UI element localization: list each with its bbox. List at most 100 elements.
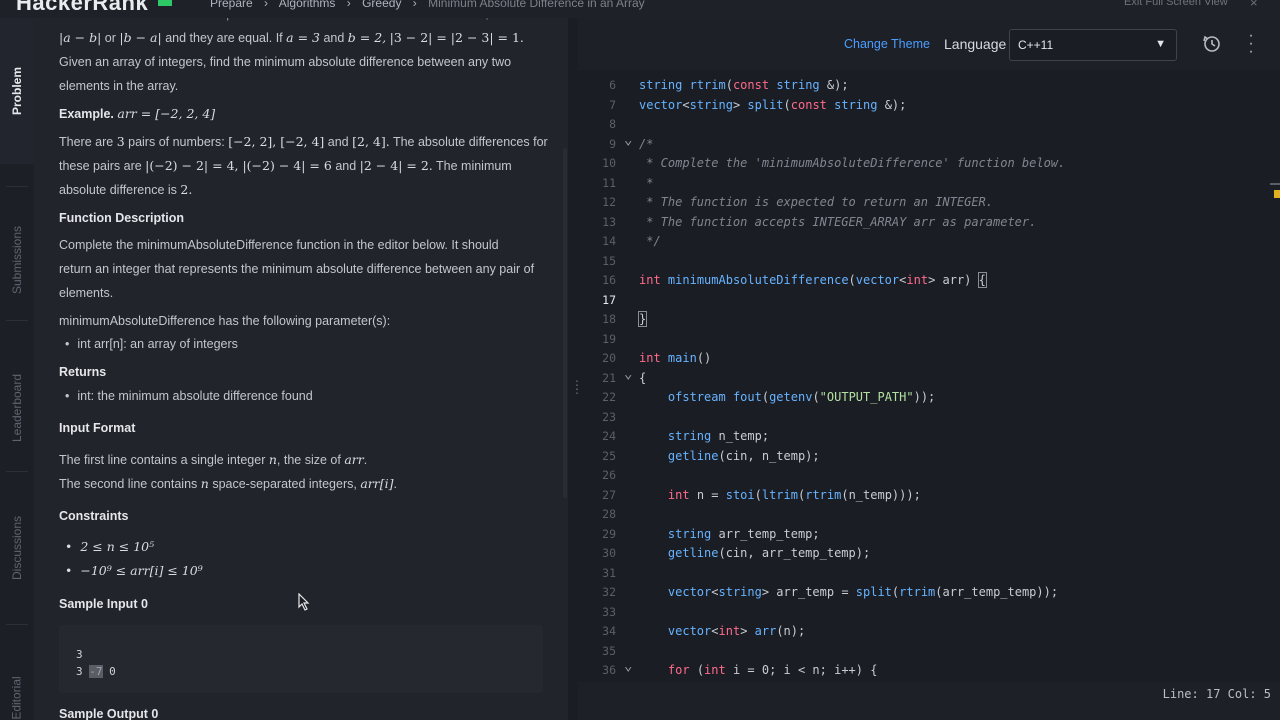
code-text: */: [639, 234, 661, 248]
code-line[interactable]: 25 getline(cin, n_temp);: [578, 447, 1280, 467]
code-line[interactable]: 23: [578, 408, 1280, 428]
line-number: 26: [602, 468, 616, 482]
code-line[interactable]: 19: [578, 330, 1280, 350]
parameter-item: int arr[n]: an array of integers: [59, 332, 238, 356]
code-text: *: [639, 175, 654, 190]
code-line[interactable]: 16 int minimumAbsoluteDifference(vector<i…: [578, 271, 1280, 291]
text: these pairs are: [59, 159, 142, 173]
code-line[interactable]: 11 *: [578, 174, 1280, 194]
input-format-line-1: The first line contains a single integer…: [59, 448, 367, 472]
close-icon[interactable]: ×: [1250, 0, 1258, 10]
line-number: 19: [602, 331, 616, 346]
code-line[interactable]: 6 string rtrim(const string &);: [578, 76, 1280, 96]
code-line[interactable]: 32 vector<string> arr_temp = split(rtrim…: [578, 583, 1280, 603]
line-number: 21: [602, 370, 616, 385]
breadcrumb-greedy[interactable]: Greedy: [362, 0, 401, 10]
text: .: [393, 477, 397, 491]
breadcrumb-separator-icon: ›: [346, 0, 351, 10]
code-line[interactable]: 36 ⌄ for (int i = 0; i < n; i++) {: [578, 658, 1280, 681]
code-line[interactable]: 9 ⌄ /*: [578, 132, 1280, 155]
fold-chevron-icon[interactable]: ⌄: [624, 132, 632, 148]
code-line[interactable]: 33: [578, 603, 1280, 623]
intro-cut-line: The absolute difference is the positive …: [59, 18, 541, 26]
line-number: 25: [602, 448, 616, 463]
code-line[interactable]: 20 int main(): [578, 349, 1280, 369]
code-editor[interactable]: 6 string rtrim(const string &); 7 vector<st…: [578, 70, 1280, 682]
code-line[interactable]: 17: [578, 291, 1280, 311]
exit-fullscreen-link[interactable]: Exit Full Screen View: [1124, 0, 1228, 8]
code-text: * Complete the 'minimumAbsoluteDifferenc…: [639, 156, 1066, 170]
code-line[interactable]: 22 ofstream fout(getenv("OUTPUT_PATH"));: [578, 388, 1280, 408]
given-line-2: elements in the array.: [59, 79, 179, 93]
constraint-item: 2 ≤ n ≤ 10⁵: [59, 535, 154, 559]
tab-editorial[interactable]: Editorial: [0, 648, 34, 720]
tab-discussions[interactable]: Discussions: [0, 488, 34, 608]
code-line[interactable]: 27 int n = stoi(ltrim(rtrim(n_temp)));: [578, 486, 1280, 506]
code-line[interactable]: 35: [578, 642, 1280, 662]
code-line[interactable]: 8: [578, 115, 1280, 135]
change-theme-link[interactable]: Change Theme: [844, 37, 930, 51]
line-number: 31: [602, 565, 616, 580]
code-text: /*: [639, 136, 654, 151]
breadcrumb-prepare[interactable]: Prepare: [210, 0, 253, 10]
breadcrumb-current: Minimum Absolute Difference in an Array: [428, 0, 645, 10]
breadcrumb-separator-icon: ›: [412, 0, 417, 10]
line-number: 32: [602, 585, 616, 599]
breadcrumb-algorithms[interactable]: Algorithms: [279, 0, 336, 10]
text: .: [363, 453, 368, 467]
problem-scrollbar[interactable]: [563, 148, 567, 498]
constraints-heading: Constraints: [59, 509, 129, 523]
code-line[interactable]: 14 */: [578, 232, 1280, 252]
code-line[interactable]: 13 * The function accepts INTEGER_ARRAY …: [578, 213, 1280, 233]
math-expr: |3 − 2| = |2 − 3| = 1.: [389, 30, 524, 45]
code-line[interactable]: 24 string n_temp;: [578, 427, 1280, 447]
code-line[interactable]: 10 * Complete the 'minimumAbsoluteDiffer…: [578, 154, 1280, 174]
function-description-line-2: return an integer that represents the mi…: [59, 262, 535, 276]
code-text: * The function accepts INTEGER_ARRAY arr…: [639, 214, 1037, 229]
code-line[interactable]: 29 string arr_temp_temp;: [578, 525, 1280, 545]
code-line[interactable]: 34 vector<int> arr(n);: [578, 622, 1280, 642]
tab-submissions[interactable]: Submissions: [0, 198, 34, 322]
code-line[interactable]: 15: [578, 252, 1280, 272]
math-expr: 2.: [180, 182, 193, 197]
tab-leaderboard-label: Leaderboard: [10, 373, 24, 443]
code-text: vector<string> split(const string &);: [639, 97, 907, 112]
language-value: C++11: [1018, 38, 1054, 52]
selected-text: -7: [89, 665, 103, 678]
pane-resize-handle[interactable]: ⋮ ⋮: [568, 18, 583, 720]
tab-leaderboard[interactable]: Leaderboard: [0, 338, 34, 478]
breadcrumb: Prepare › Algorithms › Greedy › Minimum …: [210, 0, 653, 10]
fold-chevron-icon[interactable]: ⌄: [624, 366, 632, 382]
code-line[interactable]: 26: [578, 466, 1280, 486]
more-vertical-icon[interactable]: · · ·: [1247, 28, 1255, 60]
code-text: ofstream fout(getenv("OUTPUT_PATH"));: [667, 390, 936, 404]
returns-heading: Returns: [59, 365, 107, 379]
line-number: 6: [609, 78, 616, 92]
hackerrank-logo[interactable]: HackerRank: [16, 0, 148, 16]
text: pairs of numbers:: [128, 135, 225, 149]
line-number: 29: [602, 526, 616, 541]
code-line[interactable]: 18}: [578, 310, 1280, 330]
math-expr: [−2, 2], [−2, 4]: [228, 134, 325, 149]
sample-input-line: 3 -7 0: [76, 660, 116, 684]
line-number: 27: [602, 487, 616, 502]
code-line[interactable]: 28: [578, 505, 1280, 525]
tab-problem[interactable]: Problem: [0, 18, 34, 164]
code-line[interactable]: 7 vector<string> split(const string &);: [578, 96, 1280, 116]
history-icon[interactable]: [1202, 34, 1222, 54]
code-line[interactable]: 30 getline(cin, arr_temp_temp);: [578, 544, 1280, 564]
code-line[interactable]: 21 ⌄ {: [578, 366, 1280, 389]
code-line[interactable]: 12 * The function is expected to return …: [578, 193, 1280, 213]
line-number: 12: [602, 195, 616, 209]
editor-toolbar: Change Theme Language C++11 ▼ · · ·: [578, 18, 1280, 70]
code-line[interactable]: 31: [578, 564, 1280, 584]
math-expr: b = 2,: [347, 30, 387, 45]
function-description-heading: Function Description: [59, 211, 184, 225]
tab-divider: [6, 624, 28, 625]
pairs-line-3: absolute difference is 2.: [59, 178, 192, 202]
sample-input-heading: Sample Input 0: [59, 597, 148, 611]
fold-chevron-icon[interactable]: ⌄: [624, 658, 632, 674]
text: and they are equal. If: [165, 31, 283, 45]
language-select[interactable]: C++11 ▼: [1009, 29, 1177, 61]
code-text: vector<int> arr(n);: [667, 624, 806, 638]
